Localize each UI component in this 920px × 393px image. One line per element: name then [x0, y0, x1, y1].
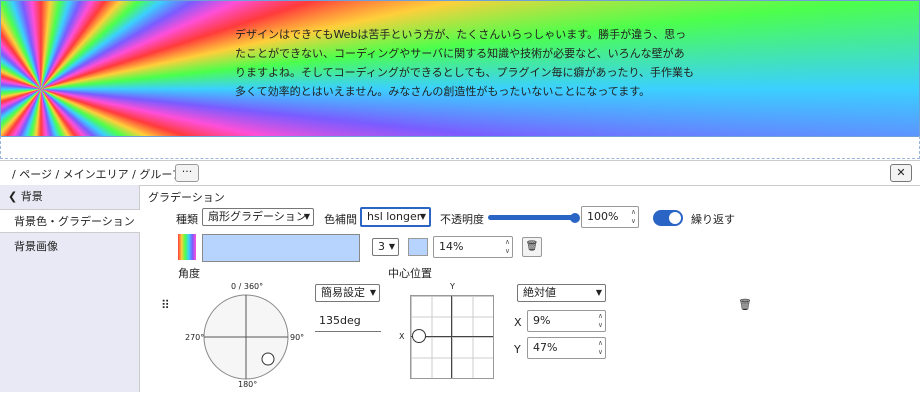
angle-handle[interactable] [261, 352, 275, 366]
sidebar-item-back[interactable]: ❮ 背景 [0, 185, 139, 209]
center-position-pad[interactable] [410, 295, 494, 379]
sidebar-item-label: 背景 [20, 190, 43, 203]
angle-tick-right: 90° [290, 333, 305, 342]
stop-position-value: 14% [439, 240, 464, 253]
sidebar-item-image[interactable]: 背景画像 [0, 235, 139, 259]
center-x-input[interactable]: 9% ∧ ∨ [527, 310, 606, 332]
sidebar: ❮ 背景 背景色・グラデーション 背景画像 [0, 185, 140, 392]
stepper-icon[interactable]: ∧ ∨ [631, 208, 636, 226]
sidebar-item-label: 背景画像 [14, 240, 58, 253]
angle-preset-select[interactable]: 簡易設定 ▼ [315, 284, 380, 302]
x-label: X [514, 316, 522, 329]
drag-handle-icon[interactable]: ⠿ [161, 298, 170, 312]
opacity-slider-thumb[interactable] [570, 213, 580, 223]
center-y-input[interactable]: 47% ∧ ∨ [527, 337, 606, 359]
chevron-down-icon: ▼ [388, 242, 395, 251]
type-select[interactable]: 扇形グラデーション ▼ [202, 208, 314, 226]
center-y-value: 47% [533, 341, 558, 354]
opacity-value: 100% [587, 210, 619, 223]
chevron-down-icon: ▼ [419, 212, 426, 221]
section-title: グラデーション [148, 191, 225, 204]
interp-select-value: hsl longer [367, 210, 422, 223]
chevron-left-icon: ❮ [8, 190, 18, 203]
breadcrumb: / ページ / メインエリア / グループ [12, 168, 183, 181]
type-label: 種類 [176, 213, 198, 226]
center-label: 中心位置 [388, 267, 432, 280]
stop-index-select[interactable]: 3 ▼ [372, 238, 399, 256]
angle-label: 角度 [178, 267, 200, 280]
chevron-down-icon: ▼ [595, 288, 602, 297]
angle-tick-bottom: 180° [238, 380, 258, 389]
unit-mode-value: 絶対値 [523, 286, 556, 299]
interp-select[interactable]: hsl longer ▼ [360, 207, 431, 227]
center-handle[interactable] [412, 329, 426, 343]
gradient-panel: グラデーション 種類 扇形グラデーション ▼ 色補間 hsl longer ▼ … [140, 185, 920, 392]
unit-mode-select[interactable]: 絶対値 ▼ [517, 284, 606, 302]
interp-label: 色補間 [324, 213, 357, 226]
chevron-down-icon: ▼ [303, 212, 310, 221]
center-x-value: 9% [533, 314, 551, 327]
trash-icon[interactable]: 🗑 [738, 298, 752, 311]
banner-text: デザインはできてもWebは苦手という方が、たくさんいらっしゃいます。勝手が違う、… [235, 28, 695, 98]
breadcrumb-bar: / ページ / メインエリア / グループ ··· ✕ [0, 160, 920, 186]
y-label: Y [514, 343, 521, 356]
stepper-icon[interactable]: ∧ ∨ [598, 312, 603, 330]
sidebar-item-gradient[interactable]: 背景色・グラデーション [0, 209, 140, 233]
sidebar-item-label: 背景色・グラデーション [14, 215, 135, 228]
more-button[interactable]: ··· [175, 164, 199, 182]
angle-input[interactable]: 135deg [315, 314, 381, 332]
opacity-input[interactable]: 100% ∧ ∨ [581, 206, 639, 228]
stop-color-swatch[interactable] [408, 238, 428, 256]
gradient-preview-banner: デザインはできてもWebは苦手という方が、たくさんいらっしゃいます。勝手が違う、… [0, 0, 920, 137]
stop-position-input[interactable]: 14% ∧ ∨ [433, 236, 513, 258]
gradient-stops-swatch[interactable] [178, 234, 196, 260]
angle-tick-top: 0 / 360° [231, 282, 264, 291]
angle-tick-left: 270° [185, 333, 205, 342]
angle-dial[interactable] [190, 281, 302, 393]
type-select-value: 扇形グラデーション [208, 210, 307, 223]
toggle-knob [669, 212, 681, 224]
opacity-slider[interactable] [488, 215, 578, 220]
repeat-label: 繰り返す [691, 213, 735, 226]
opacity-label: 不透明度 [440, 213, 484, 226]
trash-icon[interactable]: 🗑 [522, 237, 542, 257]
chevron-down-icon: ▼ [369, 288, 376, 297]
repeat-toggle[interactable] [653, 210, 683, 226]
stepper-icon[interactable]: ∧ ∨ [505, 238, 510, 256]
gradient-stop-bar[interactable] [202, 234, 360, 262]
group-outline [0, 136, 920, 159]
close-button[interactable]: ✕ [890, 164, 912, 182]
angle-preset-value: 簡易設定 [321, 286, 365, 299]
center-axis-x: X [399, 332, 405, 341]
pad-axis-v [451, 296, 452, 378]
stepper-icon[interactable]: ∧ ∨ [598, 339, 603, 357]
stop-index-value: 3 [378, 240, 385, 253]
center-axis-y: Y [450, 282, 455, 291]
